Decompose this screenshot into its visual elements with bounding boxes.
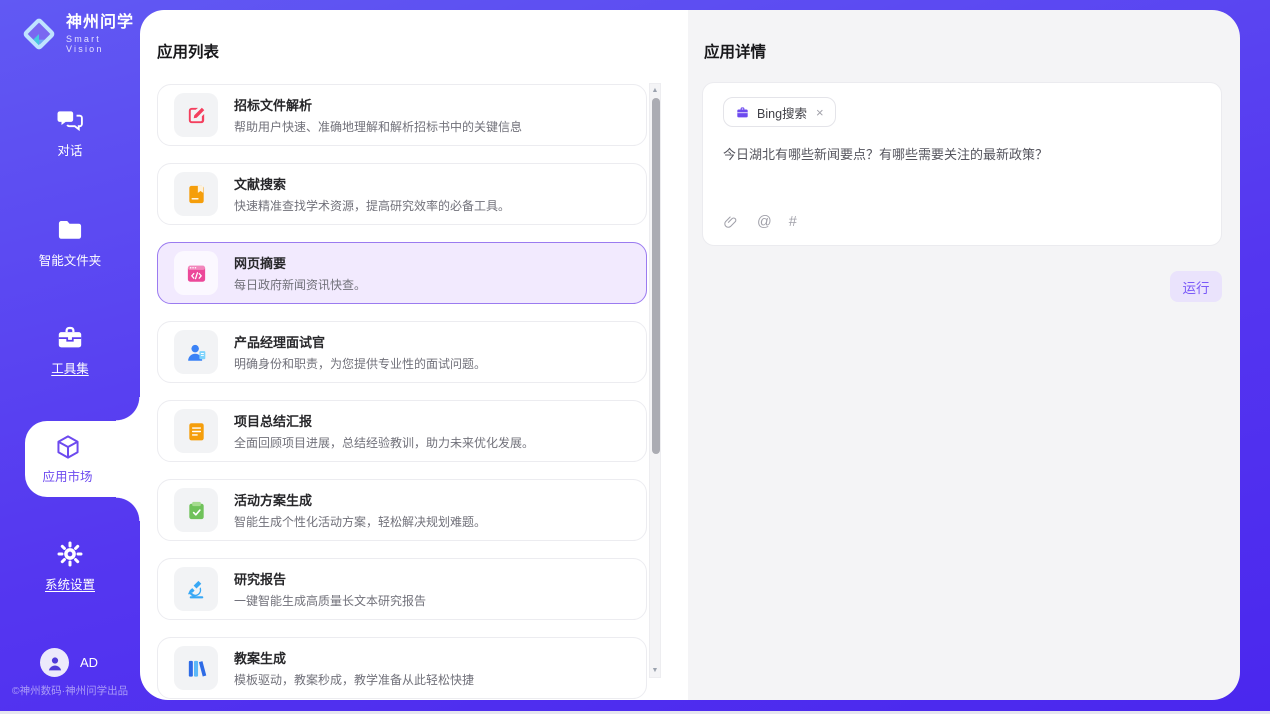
sidebar-item-market[interactable]: 应用市场 <box>25 421 140 497</box>
app-card-title: 活动方案生成 <box>234 490 486 509</box>
app-card-title: 文献搜索 <box>234 174 510 193</box>
browser-icon <box>174 251 218 295</box>
app-detail-panel: 应用详情 Bing搜索 × 今日湖北有哪些新闻要点？有哪些需要关注的最新政策？ … <box>688 10 1240 700</box>
sidebar-item-label: 系统设置 <box>45 574 95 593</box>
app-list-title: 应用列表 <box>157 40 219 62</box>
app-card[interactable]: 研究报告 一键智能生成高质量长文本研究报告 <box>157 558 647 620</box>
folder-icon <box>56 216 84 244</box>
run-button[interactable]: 运行 <box>1170 271 1222 302</box>
paperclip-icon[interactable] <box>722 213 740 231</box>
app-card-description: 明确身份和职责，为您提供专业性的面试问题。 <box>234 355 486 372</box>
sidebar-item-label: 智能文件夹 <box>39 250 102 269</box>
microscope-icon <box>174 567 218 611</box>
app-title: 神州问学 <box>66 14 140 32</box>
app-card[interactable]: 项目总结汇报 全面回顾项目进展，总结经验教训，助力未来优化发展。 <box>157 400 647 462</box>
edit-icon <box>174 93 218 137</box>
app-card[interactable]: 网页摘要 每日政府新闻资讯快查。 <box>157 242 647 304</box>
app-card-description: 全面回顾项目进展，总结经验教训，助力未来优化发展。 <box>234 434 534 451</box>
app-card-description: 一键智能生成高质量长文本研究报告 <box>234 592 426 609</box>
app-card-description: 快速精准查找学术资源，提高研究效率的必备工具。 <box>234 197 510 214</box>
avatar-icon <box>40 648 69 677</box>
gear-icon <box>56 540 84 568</box>
app-card-description: 智能生成个性化活动方案，轻松解决规划难题。 <box>234 513 486 530</box>
briefcase-icon <box>735 105 750 120</box>
app-card-title: 项目总结汇报 <box>234 411 534 430</box>
app-card-title: 招标文件解析 <box>234 95 522 114</box>
scrollbar-thumb[interactable] <box>652 98 660 454</box>
note-icon <box>174 409 218 453</box>
app-detail-title: 应用详情 <box>704 40 766 62</box>
tool-tag-close-icon[interactable]: × <box>816 106 824 119</box>
cube-icon <box>54 433 82 461</box>
scroll-down-icon[interactable]: ▼ <box>650 664 660 677</box>
book-icon <box>174 172 218 216</box>
app-list: 招标文件解析 帮助用户快速、准确地理解和解析招标书中的关键信息 文献搜索 快速精… <box>157 84 647 700</box>
app-card-title: 教案生成 <box>234 648 474 667</box>
hash-icon[interactable]: # <box>789 214 797 230</box>
app-list-panel: 应用列表 招标文件解析 帮助用户快速、准确地理解和解析招标书中的关键信息 文献搜… <box>140 10 688 700</box>
app-window: 神州问学 Smart Vision 对话智能文件夹工具集应用市场系统设置 AD … <box>0 0 1270 714</box>
prompt-input-card[interactable]: Bing搜索 × 今日湖北有哪些新闻要点？有哪些需要关注的最新政策？ @ # <box>702 82 1222 246</box>
sidebar-item-label: 应用市场 <box>42 466 92 485</box>
clipboard-icon <box>174 488 218 532</box>
sidebar-item-label: 对话 <box>57 140 82 159</box>
app-card[interactable]: 文献搜索 快速精准查找学术资源，提高研究效率的必备工具。 <box>157 163 647 225</box>
user-account[interactable]: AD <box>40 648 98 677</box>
input-toolbar: @ # <box>722 213 797 231</box>
chat-icon <box>56 106 84 134</box>
logo: 神州问学 Smart Vision <box>20 14 140 54</box>
app-card-description: 帮助用户快速、准确地理解和解析招标书中的关键信息 <box>234 118 522 135</box>
sidebar-item-folders[interactable]: 智能文件夹 <box>0 216 140 269</box>
sidebar-item-tools[interactable]: 工具集 <box>0 324 140 377</box>
query-text[interactable]: 今日湖北有哪些新闻要点？有哪些需要关注的最新政策？ <box>723 145 1201 165</box>
app-card-description: 模板驱动，教案秒成，教学准备从此轻松快捷 <box>234 671 474 688</box>
scrollbar[interactable]: ▲ ▼ <box>649 83 661 678</box>
sidebar: 神州问学 Smart Vision 对话智能文件夹工具集应用市场系统设置 AD … <box>0 0 140 714</box>
app-card-title: 研究报告 <box>234 569 426 588</box>
person-icon <box>174 330 218 374</box>
books-icon <box>174 646 218 690</box>
app-card-description: 每日政府新闻资讯快查。 <box>234 276 366 293</box>
toolbox-icon <box>56 324 84 352</box>
app-card-title: 产品经理面试官 <box>234 332 486 351</box>
sidebar-item-chat[interactable]: 对话 <box>0 106 140 159</box>
tool-tag-bing-search[interactable]: Bing搜索 × <box>723 97 836 127</box>
app-card[interactable]: 产品经理面试官 明确身份和职责，为您提供专业性的面试问题。 <box>157 321 647 383</box>
app-subtitle: Smart Vision <box>66 34 140 54</box>
user-name: AD <box>80 655 98 670</box>
logo-diamond-icon <box>20 15 58 53</box>
app-card[interactable]: 招标文件解析 帮助用户快速、准确地理解和解析招标书中的关键信息 <box>157 84 647 146</box>
mention-icon[interactable]: @ <box>757 214 772 230</box>
copyright-text: ©神州数码·神州问学出品 <box>0 683 140 698</box>
sidebar-item-settings[interactable]: 系统设置 <box>0 540 140 593</box>
app-card-title: 网页摘要 <box>234 253 366 272</box>
app-card[interactable]: 活动方案生成 智能生成个性化活动方案，轻松解决规划难题。 <box>157 479 647 541</box>
app-card[interactable]: 教案生成 模板驱动，教案秒成，教学准备从此轻松快捷 <box>157 637 647 699</box>
scroll-up-icon[interactable]: ▲ <box>650 84 660 97</box>
tool-tag-label: Bing搜索 <box>757 103 807 122</box>
content-area: 应用列表 招标文件解析 帮助用户快速、准确地理解和解析招标书中的关键信息 文献搜… <box>140 10 1240 700</box>
sidebar-item-label: 工具集 <box>51 358 89 377</box>
